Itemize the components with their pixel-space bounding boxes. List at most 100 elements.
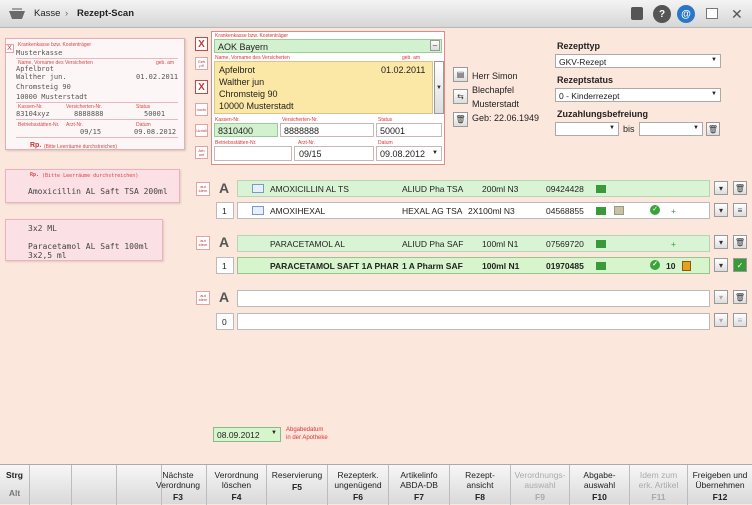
fkey-f6[interactable]: Rezepterk. ungenügend F6 [328,465,389,505]
fkey-key: F11 [651,492,666,502]
article-qty-field[interactable]: 0 [216,313,234,330]
rezeptstatus-select[interactable]: 0 - Kinderrezept ▼ [555,88,721,102]
arzt-field[interactable]: 09/15 [294,146,374,161]
fkey-key: F10 [592,492,607,502]
kasse-menu-button[interactable]: – [430,40,440,51]
article-menu-button[interactable]: ▾ [714,235,728,249]
abgabedatum-select[interactable]: 08.09.2012 ▼ [213,427,281,442]
article-menu-button[interactable]: ▾ [714,290,728,304]
zuzahlung-to-select[interactable]: ▼ [639,122,703,136]
gebuehr-frei-icon[interactable]: Geb pfl [195,57,208,70]
fkey-f5[interactable]: Reservierung F5 [267,465,328,505]
slip-name1: Apfelbrot [16,65,54,73]
arbeitsunfall-icon[interactable]: Arb unf [195,146,208,159]
article-pzn: 01970485 [546,261,584,271]
zuzahlung-from-select[interactable]: ▼ [555,122,619,136]
breadcrumb-separator: › [65,8,69,19]
article-row[interactable]: PARACETAMOL AL ALIUD Pha SAF 100ml N1 07… [237,235,710,252]
datum-value: 09.08.2012 [380,149,426,159]
article-row-empty[interactable] [237,313,710,330]
fkey-f10[interactable]: Abgabe- auswahl F10 [570,465,630,505]
fkey-f4[interactable]: Verordnung löschen F4 [207,465,267,505]
fkey-f9[interactable]: Verordnungs- auswahl F9 [511,465,570,505]
mod-alt[interactable]: Alt [0,488,29,498]
fkey-label: Nächste [162,470,194,480]
window-icon[interactable] [706,8,718,19]
slip-street: Chromsteig 90 [16,83,71,91]
breadcrumb-home[interactable]: Kasse [34,8,60,19]
fkey-label: ansicht [466,480,494,490]
article-row[interactable]: AMOXIHEXAL HEXAL AG TSA 2X100ml N3 04568… [237,202,710,219]
fkey-f3[interactable]: Nächste Verordnung F3 [150,465,207,505]
status-field[interactable]: 50001 [376,123,442,137]
aut-idem-icon[interactable]: aut idem [196,182,210,196]
article-delete-icon[interactable]: 🗑 [733,235,747,249]
kassennr-field[interactable]: 8310400 [214,123,278,137]
article-maker: ALIUD Pha TSA [402,184,464,194]
doctor-delete-icon[interactable]: 🗑 [453,112,468,127]
doctor-swap-icon[interactable]: ⇆ [453,89,468,104]
article-size: 100ml N1 [482,239,519,249]
aut-idem-icon[interactable]: aut idem [196,291,210,305]
print-icon[interactable] [631,7,643,20]
article-qty-field[interactable]: 1 [216,257,234,274]
article-details-icon[interactable]: ≡ [733,313,747,327]
zuzahlung-delete-icon[interactable]: 🗑 [706,122,720,136]
chevron-down-icon: ▼ [693,125,699,131]
fkey-f7[interactable]: Artikelinfo ABDA-DB F7 [389,465,450,505]
clear-patient-button[interactable]: X [195,80,208,94]
slip-rp: Rp. [30,142,42,149]
noctu-icon[interactable]: noctu [195,103,208,116]
article-confirm-icon[interactable]: ✓ [733,258,747,272]
close-icon[interactable]: ✕ [731,6,743,23]
doctor-card-icon[interactable]: ▤ [453,67,468,82]
slip-x-icon: X [5,44,14,53]
rezepttyp-value: GKV-Rezept [559,57,607,67]
article-size: 100ml N1 [482,261,520,271]
rx-slip-rp: Rp. [30,172,40,178]
versnr-field[interactable]: 8888888 [280,123,374,137]
fkey-f11[interactable]: Idem zum erk. Artikel F11 [630,465,688,505]
article-row-selected[interactable]: PARACETAMOL SAFT 1A PHAR 1 A Pharm SAF 1… [237,257,710,274]
mod-strg[interactable]: Strg [0,470,29,480]
clear-kasse-button[interactable]: X [195,37,208,51]
fkey-f12[interactable]: Freigeben und Übernehmen F12 [688,465,752,505]
datum-field[interactable]: 09.08.2012 ▼ [376,146,442,161]
rezepttyp-label: Rezepttyp [557,41,601,51]
patient-city: 10000 Musterstadt [219,101,294,111]
kasse-field[interactable]: AOK Bayern – [214,39,442,53]
unfall-icon[interactable]: Unfall [195,124,208,137]
datum-dropdown-icon[interactable]: ▼ [432,150,438,156]
patient-dropdown-button[interactable]: ▼ [434,61,444,114]
chevron-down-icon: ▼ [711,91,717,97]
article-delete-icon[interactable]: 🗑 [733,290,747,304]
help-icon[interactable]: ? [653,5,671,23]
title-bar: Kasse › Rezept-Scan ? @ ✕ [0,0,752,28]
doctor-born: Geb: 22.06.1949 [472,113,540,123]
article-menu-button[interactable]: ▾ [714,258,728,272]
article-row[interactable]: AMOXICILLIN AL TS ALIUD Pha TSA 200ml N3… [237,180,710,197]
article-row-empty[interactable] [237,290,710,307]
kasse-value: AOK Bayern [218,42,269,52]
aut-idem-icon[interactable]: aut idem [196,236,210,250]
email-icon[interactable]: @ [677,5,695,23]
article-menu-button[interactable]: ▾ [714,313,728,327]
fkey-label: auswahl [524,480,556,490]
patient-address-field[interactable]: Apfelbrot 01.02.2011 Walther jun Chromst… [214,61,433,114]
article-qty-field[interactable]: 1 [216,202,234,219]
article-details-icon[interactable]: ≡ [733,203,747,217]
fkey-f8[interactable]: Rezept- ansicht F8 [450,465,511,505]
fkey-label: Verordnungs- [514,470,566,480]
rezepttyp-select[interactable]: GKV-Rezept ▼ [555,54,721,68]
bsnr-field[interactable] [214,146,292,161]
article-menu-button[interactable]: ▾ [714,181,728,195]
article-name: AMOXICILLIN AL TS [270,184,349,194]
patient-street: Chromsteig 90 [219,89,278,99]
article-size: 200ml N3 [482,184,519,194]
chevron-down-icon: ▼ [271,430,277,436]
article-delete-icon[interactable]: 🗑 [733,181,747,195]
slip-born: 01.02.2011 [136,73,179,81]
article-pack-icon [252,184,264,193]
article-menu-button[interactable]: ▾ [714,203,728,217]
patient-form: Krankenkasse bzw. Kostenträger AOK Bayer… [211,31,445,165]
